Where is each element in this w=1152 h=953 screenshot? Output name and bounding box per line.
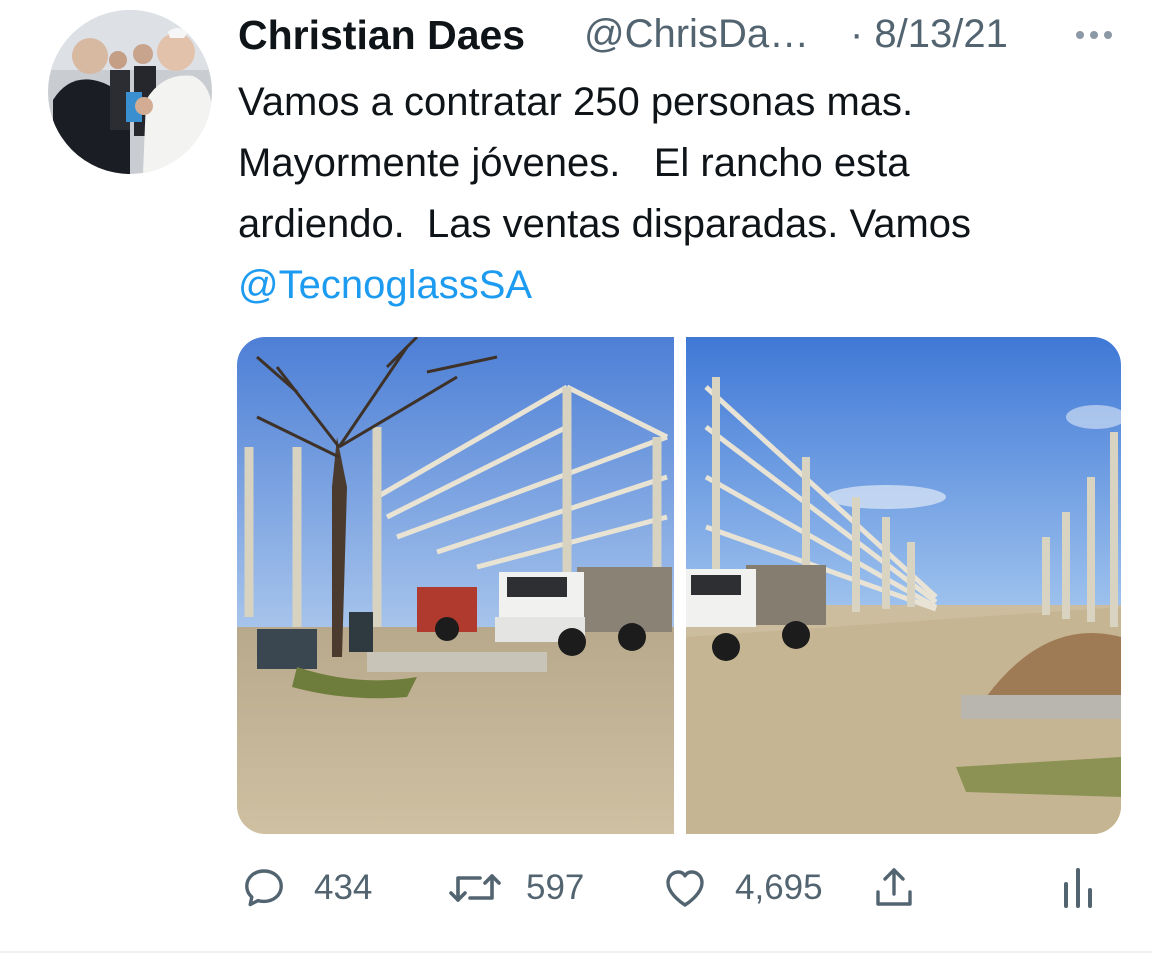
avatar-photo [48, 10, 212, 174]
heart-icon [666, 870, 704, 907]
analytics-button[interactable] [1058, 858, 1098, 918]
tweet-text-line: Mayormente jóvenes. El rancho esta [238, 141, 910, 185]
reply-bubble-icon [245, 869, 283, 907]
tweet-text-line: Vamos a contratar 250 personas mas. [238, 80, 914, 124]
tweet-date[interactable]: · 8/13/21 [850, 12, 1008, 57]
media-photo-right[interactable] [686, 337, 1121, 834]
like-button[interactable]: 4,695 [661, 858, 823, 918]
tweet-media [237, 337, 1121, 834]
share-upload-icon [876, 868, 912, 906]
tweet-header: Christian Daes @ChrisDa… · 8/13/21 [238, 8, 1152, 58]
retweet-count: 597 [526, 868, 585, 907]
more-dots-icon[interactable] [1074, 28, 1114, 42]
author-handle[interactable]: @ChrisDa… [584, 12, 809, 57]
like-count: 4,695 [735, 868, 823, 907]
reply-count: 434 [314, 868, 373, 907]
media-photo-left[interactable] [237, 337, 674, 834]
author-avatar[interactable] [48, 10, 212, 174]
author-name[interactable]: Christian Daes [238, 12, 525, 59]
tweet-text: Vamos a contratar 250 personas mas. Mayo… [238, 72, 1138, 316]
retweet-arrows-icon [449, 874, 501, 902]
mention-link[interactable]: @TecnoglassSA [238, 255, 1138, 316]
analytics-bars-icon [1064, 868, 1092, 908]
tweet-text-line: ardiendo. Las ventas disparadas. Vamos [238, 202, 972, 246]
construction-photo [686, 337, 1121, 834]
retweet-button[interactable]: 597 [446, 858, 584, 918]
tweet-actions: 434 597 4,695 [0, 858, 1152, 918]
construction-photo [237, 337, 674, 834]
share-button[interactable] [870, 858, 918, 918]
reply-button[interactable]: 434 [240, 858, 372, 918]
